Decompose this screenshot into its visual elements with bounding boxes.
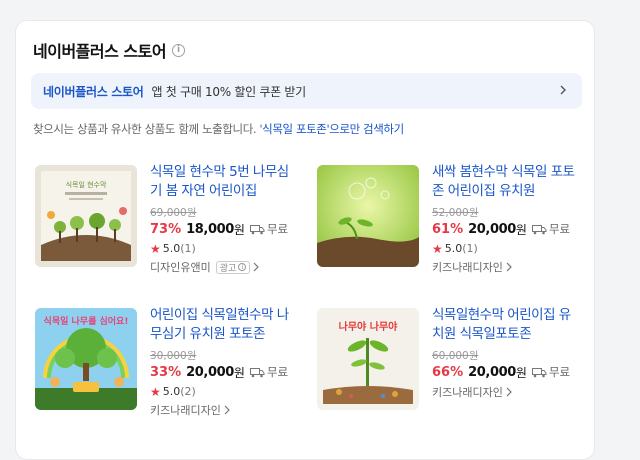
seller-name[interactable]: 디자인유앤미 xyxy=(150,259,211,275)
product-image[interactable]: 식목일 현수막 xyxy=(35,165,137,267)
seller-row: 키즈나래디자인 xyxy=(432,259,582,275)
review-count: (2) xyxy=(180,385,196,398)
sale-price: 20,000 xyxy=(186,364,234,380)
product-card[interactable]: 식목일 나무를 심어요! 어린이집 식목일현수막 나무심기 유치원 포토존 30… xyxy=(32,306,302,423)
product-name[interactable]: 식목일 현수막 5번 나무심기 봄 자연 어린이집 xyxy=(150,163,300,201)
product-info: 어린이집 식목일현수막 나무심기 유치원 포토존 30,000원 33% 20,… xyxy=(150,306,300,418)
rating-row: ★ 5.0 (1) xyxy=(432,241,582,256)
truck-icon xyxy=(249,367,265,377)
original-price: 52,000원 xyxy=(432,207,479,219)
discount-rate: 61% xyxy=(432,221,464,237)
star-icon: ★ xyxy=(432,241,443,256)
seller-row: 키즈나래디자인 xyxy=(432,384,582,400)
discount-rate: 73% xyxy=(150,221,182,237)
original-price: 30,000원 xyxy=(150,350,197,362)
product-image[interactable]: 식목일 나무를 심어요! xyxy=(35,308,137,410)
exact-search-suffix[interactable]: '으로만 검색하기 xyxy=(327,122,405,136)
section-header: 네이버플러스 스토어 i xyxy=(33,38,186,62)
similar-products-notice: 찾으시는 상품과 유사한 상품도 함께 노출합니다. '식목일 포토존'으로만 … xyxy=(33,121,404,137)
shipping-fee: 무료 xyxy=(266,222,289,236)
discount-rate: 33% xyxy=(150,364,182,380)
rating-value: 5.0 xyxy=(162,242,181,255)
sale-price: 20,000 xyxy=(468,221,516,237)
exact-search-link[interactable]: 식목일 포토존 xyxy=(262,122,327,136)
rating-value: 5.0 xyxy=(444,242,463,255)
seller-row: 디자인유앤미 광고 i xyxy=(150,259,300,275)
product-image[interactable]: 나무야 나무야 xyxy=(317,308,419,410)
shopping-section-card: 네이버플러스 스토어 i 네이버플러스 스토어 앱 첫 구매 10% 할인 쿠폰… xyxy=(15,20,595,460)
star-icon: ★ xyxy=(150,241,161,256)
sale-price: 18,000 xyxy=(186,221,234,237)
top-divider xyxy=(0,0,640,8)
currency-unit: 원 xyxy=(233,222,245,237)
ad-label: 광고 xyxy=(219,263,237,274)
currency-unit: 원 xyxy=(515,222,527,237)
notice-prefix: 찾으시는 상품과 유사한 상품도 함께 노출합니다. ' xyxy=(33,122,263,136)
review-count: (1) xyxy=(180,242,196,255)
section-title: 네이버플러스 스토어 xyxy=(33,42,167,61)
product-name[interactable]: 새싹 봄현수막 식목일 포토존 어린이집 유치원 xyxy=(432,163,582,201)
rating-value: 5.0 xyxy=(162,385,181,398)
currency-unit: 원 xyxy=(515,365,527,380)
chevron-right-icon xyxy=(506,262,512,272)
svg-text:식목일 현수막: 식목일 현수막 xyxy=(66,180,107,189)
price-row: 66% 20,000 원 무료 xyxy=(432,363,582,381)
product-image[interactable] xyxy=(317,165,419,267)
original-price: 69,000원 xyxy=(150,207,197,219)
svg-text:식목일 나무를 심어요!: 식목일 나무를 심어요! xyxy=(44,315,129,327)
product-info: 식목일현수막 어린이집 유치원 식목일포토존 60,000원 66% 20,00… xyxy=(432,306,582,400)
banner-brand: 네이버플러스 스토어 xyxy=(43,84,144,99)
price-row: 61% 20,000 원 무료 xyxy=(432,220,582,238)
product-name[interactable]: 어린이집 식목일현수막 나무심기 유치원 포토존 xyxy=(150,306,300,344)
chevron-right-icon xyxy=(506,387,512,397)
star-icon: ★ xyxy=(150,384,161,399)
product-card[interactable]: 새싹 봄현수막 식목일 포토존 어린이집 유치원 52,000원 61% 20,… xyxy=(314,163,584,280)
info-icon[interactable]: i xyxy=(172,43,186,57)
sale-price: 20,000 xyxy=(468,364,516,380)
price-row: 73% 18,000 원 무료 xyxy=(150,220,300,238)
shipping-fee: 무료 xyxy=(548,365,571,379)
rating-row: ★ 5.0 (2) xyxy=(150,384,300,399)
rating-row: ★ 5.0 (1) xyxy=(150,241,300,256)
ad-badge[interactable]: 광고 i xyxy=(215,260,251,274)
chevron-right-icon xyxy=(560,85,566,95)
product-card[interactable]: 나무야 나무야 식목일현수막 어린이집 유치원 식목일포토존 60,000원 6… xyxy=(314,306,584,423)
product-name[interactable]: 식목일현수막 어린이집 유치원 식목일포토존 xyxy=(432,306,582,344)
banner-text: 앱 첫 구매 10% 할인 쿠폰 받기 xyxy=(151,84,307,99)
chevron-right-icon xyxy=(253,262,260,272)
seller-name[interactable]: 키즈나래디자인 xyxy=(432,384,503,400)
chevron-right-icon xyxy=(224,405,230,415)
truck-icon xyxy=(531,367,547,377)
svg-text:나무야 나무야: 나무야 나무야 xyxy=(339,320,398,333)
truck-icon xyxy=(531,224,547,234)
price-row: 33% 20,000 원 무료 xyxy=(150,363,300,381)
currency-unit: 원 xyxy=(233,365,245,380)
info-icon: i xyxy=(238,263,247,271)
seller-name[interactable]: 키즈나래디자인 xyxy=(150,402,221,418)
product-card[interactable]: 식목일 현수막 식목일 현수막 5번 나무심기 봄 자연 어린이집 69,000… xyxy=(32,163,302,280)
shipping-fee: 무료 xyxy=(548,222,571,236)
product-info: 새싹 봄현수막 식목일 포토존 어린이집 유치원 52,000원 61% 20,… xyxy=(432,163,582,275)
seller-row: 키즈나래디자인 xyxy=(150,402,300,418)
truck-icon xyxy=(249,224,265,234)
discount-rate: 66% xyxy=(432,364,464,380)
coupon-banner[interactable]: 네이버플러스 스토어 앱 첫 구매 10% 할인 쿠폰 받기 xyxy=(31,73,582,109)
shipping-fee: 무료 xyxy=(266,365,289,379)
review-count: (1) xyxy=(462,242,478,255)
original-price: 60,000원 xyxy=(432,350,479,362)
seller-name[interactable]: 키즈나래디자인 xyxy=(432,259,503,275)
product-info: 식목일 현수막 5번 나무심기 봄 자연 어린이집 69,000원 73% 18… xyxy=(150,163,300,275)
